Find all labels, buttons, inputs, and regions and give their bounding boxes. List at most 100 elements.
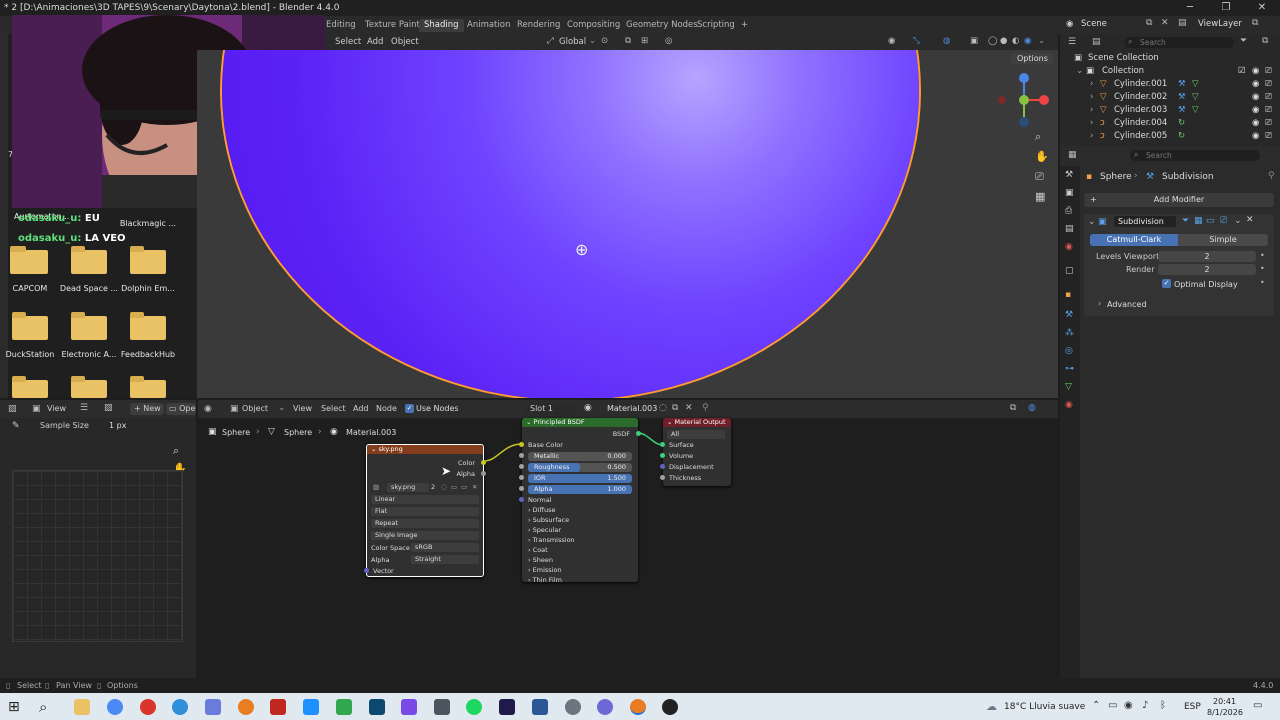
cage-icon[interactable]: ▦	[1194, 216, 1203, 226]
new-scene-icon[interactable]: ⧉	[1146, 18, 1152, 28]
panel-sheen[interactable]: › Sheen	[528, 556, 553, 564]
transform-orientation-select[interactable]: Global	[559, 37, 586, 47]
eye-icon[interactable]: ◉	[1252, 104, 1259, 117]
pycharm-icon[interactable]	[336, 699, 352, 715]
volume-socket[interactable]	[660, 453, 665, 458]
mode-icon[interactable]: ▣	[32, 404, 41, 414]
alpha-slider[interactable]: Alpha 1.000	[528, 485, 632, 494]
clock-date[interactable]: 8/1/2026	[1207, 708, 1243, 717]
app-icon[interactable]	[401, 699, 417, 715]
panel-specular[interactable]: › Specular	[528, 526, 561, 534]
camera-view-icon[interactable]: ⎚	[1035, 170, 1044, 184]
chevron-right-icon[interactable]: ›	[1090, 117, 1093, 130]
advanced-panel-header[interactable]: Advanced	[1107, 300, 1147, 309]
image-browse-icon[interactable]: ▨	[373, 483, 379, 491]
proportional-edit-icon[interactable]: ◎	[665, 36, 672, 46]
folder-label-capcom[interactable]: CAPCOM	[0, 284, 62, 293]
filter-icon[interactable]: ⏷	[1240, 36, 1247, 46]
outliner-item[interactable]: › ↄ Cylinder.004 ↻ ◉ ⎚	[1060, 117, 1280, 130]
output-node-header[interactable]: ⌄ Material Output	[663, 418, 731, 427]
folder-icon-capcom[interactable]	[12, 246, 48, 274]
tray-app-icon[interactable]: ▭	[1108, 700, 1117, 711]
viewport-menu-select[interactable]: Select	[335, 37, 361, 47]
panel-subsurface[interactable]: › Subsurface	[528, 516, 569, 524]
chevron-right-icon[interactable]: ›	[1090, 130, 1093, 143]
navigation-gizmo[interactable]	[994, 70, 1052, 130]
alpha-socket[interactable]	[519, 486, 524, 491]
metallic-slider[interactable]: Metallic 0.000	[528, 452, 632, 461]
close-icon[interactable]: ✕	[472, 483, 477, 491]
tab-texture-paint[interactable]: Texture Paint	[360, 19, 425, 32]
output-target-select[interactable]: All	[667, 430, 725, 439]
add-modifier-button[interactable]: + Add Modifier	[1084, 193, 1274, 207]
properties-search-input[interactable]: ⌕ Search	[1130, 150, 1260, 161]
new-collection-icon[interactable]: ⧉	[1262, 36, 1268, 46]
3d-cursor-icon[interactable]: ⊕	[575, 240, 588, 259]
camera-icon[interactable]: ⎚	[1265, 117, 1272, 130]
constraints-tab-icon[interactable]: ⊶	[1065, 364, 1074, 374]
menu-lines-icon[interactable]: ☰	[80, 403, 88, 413]
output-alpha-socket[interactable]	[481, 471, 486, 476]
folder-label-feedbackhub[interactable]: FeedbackHub	[116, 350, 180, 359]
catmull-clark-toggle[interactable]: Catmull-Clark	[1090, 234, 1178, 246]
bsdf-node-header[interactable]: ⌄ Principled BSDF	[522, 418, 638, 427]
chevron-down-icon[interactable]: ⌄	[667, 418, 675, 426]
blender-active-icon[interactable]	[630, 699, 646, 715]
output-color-socket[interactable]	[481, 460, 486, 465]
obs-icon[interactable]	[662, 699, 678, 715]
panel-coat[interactable]: › Coat	[528, 546, 548, 554]
folder-icon-duckstation[interactable]	[12, 312, 48, 340]
eye-icon[interactable]: ◉	[1252, 130, 1259, 143]
chevron-right-icon[interactable]: ›	[1098, 299, 1101, 308]
sample-size-value[interactable]: 1 px	[109, 421, 126, 430]
ior-socket[interactable]	[519, 475, 524, 480]
overlay-toggle-icon[interactable]: ◍	[943, 36, 950, 46]
image-name-field[interactable]: sky.png	[387, 483, 429, 492]
zoom-icon[interactable]: ⌕	[1035, 130, 1041, 144]
vectorworks-icon[interactable]	[369, 699, 385, 715]
render-tab-icon[interactable]: ▣	[1065, 188, 1074, 198]
displacement-socket[interactable]	[660, 464, 665, 469]
xray-icon[interactable]: ▣	[970, 36, 978, 46]
solid-shading-icon[interactable]: ●	[1000, 36, 1007, 46]
metallic-socket[interactable]	[519, 453, 524, 458]
folder-icon-feedbackhub[interactable]	[130, 312, 166, 340]
image-users-count[interactable]: 2	[431, 483, 435, 491]
folder-label[interactable]: Blackmagic ...	[116, 219, 180, 228]
chrome-icon[interactable]	[107, 699, 123, 715]
chevron-down-icon[interactable]: ⌄	[526, 418, 534, 426]
delete-scene-icon[interactable]: ✕	[1161, 18, 1169, 28]
output-tab-icon[interactable]: ⎙	[1065, 206, 1072, 216]
editor-type-icon[interactable]: ▨	[8, 404, 17, 414]
file-explorer-icon[interactable]	[74, 699, 90, 715]
levels-viewport-field[interactable]: 2	[1158, 251, 1256, 262]
tab-editing[interactable]: Editing	[321, 19, 361, 32]
zoom-icon[interactable]: ⌕	[173, 444, 179, 458]
modifier-name-field[interactable]: Subdivision	[1114, 216, 1176, 227]
tab-shading[interactable]: Shading	[419, 19, 464, 32]
eye-icon[interactable]: ◉	[1252, 65, 1259, 78]
folder-icon[interactable]	[71, 376, 107, 398]
snap-target-icon[interactable]: ⊞	[641, 36, 648, 46]
pan-hand-icon[interactable]: ✋	[1035, 150, 1049, 163]
panel-diffuse[interactable]: › Diffuse	[528, 506, 555, 514]
new-image-button[interactable]: + New	[130, 403, 164, 415]
outliner-collection[interactable]: ⌄ ▣ Collection ☑ ◉ ⎚	[1060, 65, 1280, 78]
camera-icon[interactable]: ⎚	[1265, 78, 1272, 91]
object-tab-icon[interactable]: ▪	[1065, 290, 1071, 300]
gizmo-toggle-icon[interactable]: ⤡	[913, 36, 920, 46]
modifier-tab-icon[interactable]: ⚒	[1065, 310, 1073, 320]
properties-editor-icon[interactable]: ▦	[1068, 150, 1077, 160]
material-output-node[interactable]: ⌄ Material Output All Surface Volume Dis…	[660, 418, 731, 486]
chevron-right-icon[interactable]: ›	[1090, 78, 1093, 91]
voice-app-icon[interactable]	[270, 699, 286, 715]
camera-icon[interactable]: ⎚	[1265, 91, 1272, 104]
color-space-select[interactable]: sRGB	[411, 543, 479, 552]
snap-icon[interactable]: ⧉	[625, 36, 631, 46]
surface-socket[interactable]	[660, 442, 665, 447]
volume-icon[interactable]: ♪	[1142, 700, 1148, 711]
scene-tab-icon[interactable]: ◉	[1065, 242, 1073, 252]
panel-emission[interactable]: › Emission	[528, 566, 562, 574]
display-mode-icon[interactable]: ▤	[1092, 37, 1101, 47]
folder-icon[interactable]	[12, 376, 48, 398]
